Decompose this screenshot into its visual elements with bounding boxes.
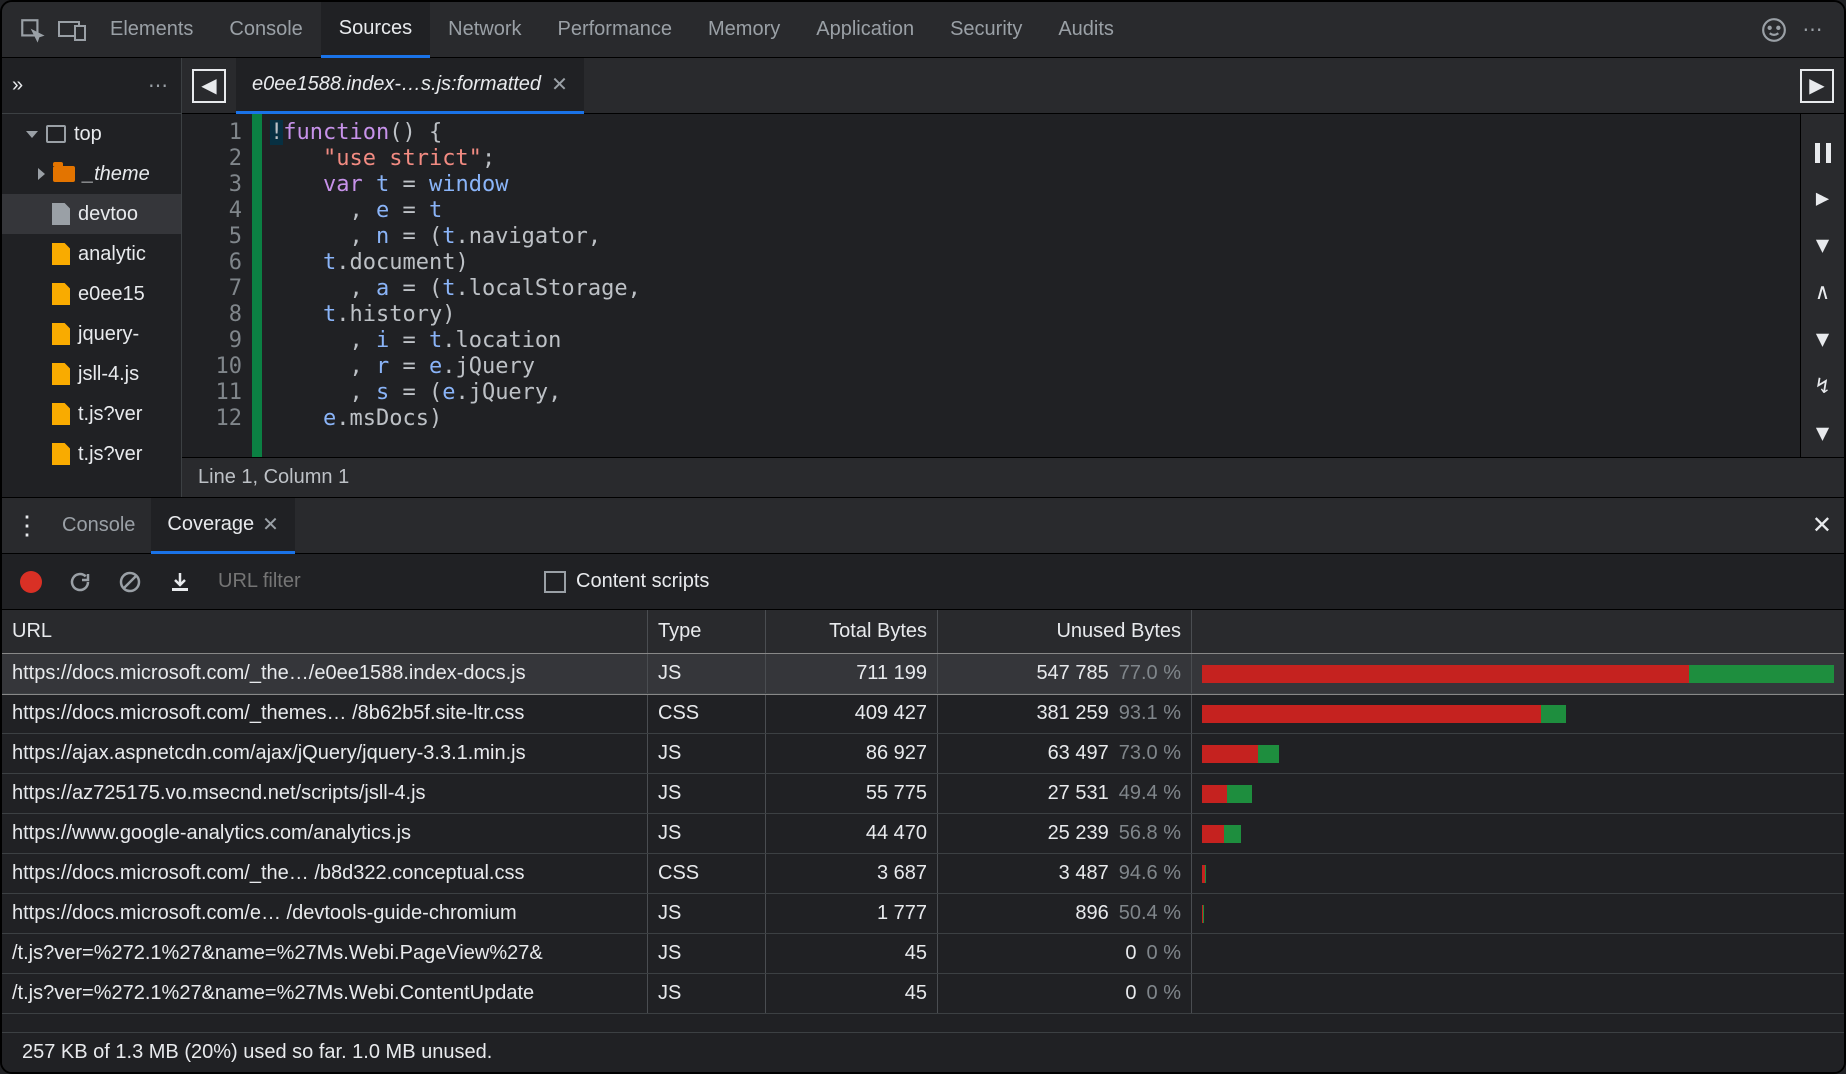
drawer-tab-bar: ⋮ ConsoleCoverage✕ ✕ <box>2 498 1844 554</box>
drawer-more-icon[interactable]: ⋮ <box>14 510 40 541</box>
tree-file[interactable]: jsll-4.js <box>2 354 181 394</box>
inspect-icon[interactable] <box>12 10 52 50</box>
sources-navigator: » ⋯ top _theme devtooanalytice0ee15jquer… <box>2 58 182 497</box>
file-icon <box>52 203 70 225</box>
tree-folder-themes[interactable]: _theme <box>2 154 181 194</box>
file-icon <box>52 283 70 305</box>
tree-file[interactable]: e0ee15 <box>2 274 181 314</box>
tab-elements[interactable]: Elements <box>92 2 211 58</box>
tab-performance[interactable]: Performance <box>540 2 691 58</box>
file-icon <box>52 403 70 425</box>
file-icon <box>52 323 70 345</box>
step-icon[interactable]: ∧ <box>1816 280 1829 305</box>
coverage-summary: 257 KB of 1.3 MB (20%) used so far. 1.0 … <box>2 1032 1844 1072</box>
devtools-tab-bar: ElementsConsoleSourcesNetworkPerformance… <box>2 2 1844 58</box>
tab-console[interactable]: Console <box>211 2 320 58</box>
collapse-icon[interactable]: ▼ <box>1816 233 1829 258</box>
collapse2-icon[interactable]: ▼ <box>1816 327 1829 352</box>
header-type[interactable]: Type <box>648 610 766 653</box>
editor-tab[interactable]: e0ee1588.index-…s.js:formatted ✕ <box>236 58 584 114</box>
file-icon <box>52 443 70 465</box>
editor-status: Line 1, Column 1 <box>182 457 1844 497</box>
file-icon <box>52 243 70 265</box>
history-back-icon[interactable]: ◀ <box>192 69 226 103</box>
close-drawer-tab-icon[interactable]: ✕ <box>262 512 279 537</box>
coverage-row[interactable]: https://docs.microsoft.com/_themes… /8b6… <box>2 694 1844 734</box>
drawer-tab-console[interactable]: Console <box>46 498 151 554</box>
reload-icon[interactable] <box>68 570 92 594</box>
file-tree: top _theme devtooanalytice0ee15jquery-js… <box>2 114 181 497</box>
tab-audits[interactable]: Audits <box>1040 2 1132 58</box>
drawer-tab-coverage[interactable]: Coverage✕ <box>151 498 294 554</box>
header-total[interactable]: Total Bytes <box>766 610 938 653</box>
tab-security[interactable]: Security <box>932 2 1040 58</box>
tree-file[interactable]: analytic <box>2 234 181 274</box>
tab-application[interactable]: Application <box>798 2 932 58</box>
coverage-strip <box>252 114 262 457</box>
export-icon[interactable] <box>168 570 192 594</box>
device-toggle-icon[interactable] <box>52 10 92 50</box>
collapse3-icon[interactable]: ▼ <box>1816 421 1829 446</box>
history-forward-icon[interactable]: ▶ <box>1800 69 1834 103</box>
coverage-row[interactable]: https://docs.microsoft.com/e… /devtools-… <box>2 894 1844 934</box>
pause-icon[interactable] <box>1814 142 1832 164</box>
tree-file[interactable]: t.js?ver <box>2 394 181 434</box>
content-scripts-checkbox[interactable]: Content scripts <box>544 570 709 593</box>
tab-memory[interactable]: Memory <box>690 2 798 58</box>
coverage-row[interactable]: /t.js?ver=%272.1%27&name=%27Ms.Webi.Page… <box>2 934 1844 974</box>
coverage-row[interactable]: https://docs.microsoft.com/_the… /b8d322… <box>2 854 1844 894</box>
coverage-row[interactable]: https://az725175.vo.msecnd.net/scripts/j… <box>2 774 1844 814</box>
coverage-table: URL Type Total Bytes Unused Bytes https:… <box>2 610 1844 1032</box>
header-viz <box>1192 610 1844 653</box>
more-icon[interactable]: ⋯ <box>1794 10 1834 50</box>
navigator-expand-icon[interactable]: » <box>12 74 23 97</box>
coverage-row[interactable]: https://ajax.aspnetcdn.com/ajax/jQuery/j… <box>2 734 1844 774</box>
tree-file[interactable]: t.js?ver <box>2 434 181 474</box>
source-editor: ◀ e0ee1588.index-…s.js:formatted ✕ ▶ 123… <box>182 58 1844 497</box>
expand-watch-icon[interactable]: ▶ <box>1816 186 1829 211</box>
clear-icon[interactable] <box>118 570 142 594</box>
coverage-row[interactable]: https://docs.microsoft.com/_the…/e0ee158… <box>2 654 1844 694</box>
tree-frame-top[interactable]: top <box>2 114 181 154</box>
header-url[interactable]: URL <box>2 610 648 653</box>
line-gutter: 123456789101112 <box>182 114 252 457</box>
navigator-more-icon[interactable]: ⋯ <box>148 73 171 98</box>
code-area[interactable]: !function() { "use strict"; var t = wind… <box>262 114 641 457</box>
debugger-sidebar: ▶ ▼ ∧ ▼ ↯ ▼ <box>1800 114 1844 457</box>
file-icon <box>52 363 70 385</box>
step2-icon[interactable]: ↯ <box>1816 374 1829 399</box>
drawer-close-icon[interactable]: ✕ <box>1812 511 1832 540</box>
header-unused[interactable]: Unused Bytes <box>938 610 1192 653</box>
record-button[interactable] <box>20 571 42 593</box>
coverage-toolbar: Content scripts <box>2 554 1844 610</box>
coverage-row[interactable]: /t.js?ver=%272.1%27&name=%27Ms.Webi.Cont… <box>2 974 1844 1014</box>
tree-file[interactable]: jquery- <box>2 314 181 354</box>
feedback-icon[interactable] <box>1754 10 1794 50</box>
tab-sources[interactable]: Sources <box>321 2 430 58</box>
tree-file[interactable]: devtoo <box>2 194 181 234</box>
coverage-header-row: URL Type Total Bytes Unused Bytes <box>2 610 1844 654</box>
tab-network[interactable]: Network <box>430 2 539 58</box>
url-filter-input[interactable] <box>218 570 398 593</box>
coverage-row[interactable]: https://www.google-analytics.com/analyti… <box>2 814 1844 854</box>
close-tab-icon[interactable]: ✕ <box>551 72 568 97</box>
